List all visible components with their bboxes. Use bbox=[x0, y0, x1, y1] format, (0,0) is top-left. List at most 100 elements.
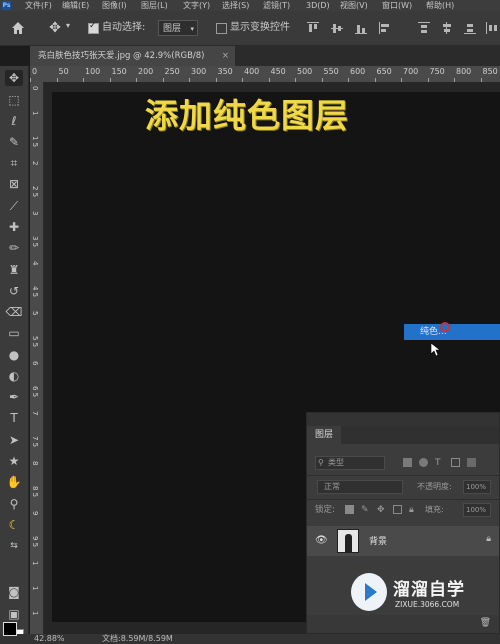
frame-tool-icon[interactable]: ⊠ bbox=[5, 176, 23, 192]
ruler-tick-label: 150 bbox=[111, 67, 127, 76]
distribute-center-icon[interactable] bbox=[441, 22, 453, 34]
opacity-label: 不透明度: bbox=[417, 482, 452, 491]
align-left-icon[interactable] bbox=[379, 22, 391, 34]
ruler-tick-label: 6 bbox=[31, 361, 39, 366]
move-tool-icon[interactable]: ✥ bbox=[47, 20, 63, 36]
blur-tool-icon[interactable]: ● bbox=[5, 347, 23, 363]
filter-type-icon[interactable]: T bbox=[435, 455, 441, 471]
lasso-tool-icon[interactable]: ℓ bbox=[5, 113, 23, 129]
screen-mode-icon[interactable]: ▣ bbox=[5, 606, 23, 622]
eyedropper-tool-icon[interactable]: ⟋ bbox=[5, 198, 23, 214]
align-top-icon[interactable] bbox=[307, 22, 319, 34]
blend-mode-value: 正常 bbox=[324, 482, 340, 491]
ruler-tick-label: 650 bbox=[376, 67, 392, 76]
eraser-tool-icon[interactable]: ⌫ bbox=[5, 304, 23, 320]
document-tab[interactable]: 亮白肤色技巧张天爱.jpg @ 42.9%(RGB/8) × bbox=[30, 46, 235, 66]
ruler-tick-label: 9 bbox=[31, 511, 39, 516]
gradient-tool-icon[interactable]: ▭ bbox=[5, 325, 23, 341]
ruler-tick-label: 1 bbox=[31, 611, 39, 616]
blend-mode-dropdown[interactable]: 正常 bbox=[317, 480, 403, 494]
hand-tool-icon[interactable]: ✋ bbox=[5, 474, 23, 490]
type-tool-icon[interactable]: T bbox=[5, 410, 23, 426]
healing-brush-tool-icon[interactable]: ✚ bbox=[5, 219, 23, 235]
distribute-horizontal-icon[interactable] bbox=[486, 22, 498, 34]
trash-icon[interactable]: 🗑︎ bbox=[480, 618, 491, 628]
menu-bar: Ps 文件(F) 编辑(E) 图像(I) 图层(L) 文字(Y) 选择(S) 滤… bbox=[0, 0, 500, 11]
path-select-tool-icon[interactable]: ➤ bbox=[5, 432, 23, 448]
lock-transparent-icon[interactable] bbox=[345, 505, 354, 514]
menu-image[interactable]: 图像(I) bbox=[102, 0, 127, 11]
ruler-tick-label: 1 5 bbox=[31, 136, 39, 148]
align-vertical-center-icon[interactable] bbox=[331, 22, 343, 34]
ruler-tick-label: 5 5 bbox=[31, 336, 39, 348]
menu-file[interactable]: 文件(F) bbox=[25, 0, 52, 11]
crop-tool-icon[interactable]: ⌗ bbox=[5, 155, 23, 171]
chevron-down-icon[interactable]: ▾ bbox=[66, 21, 70, 30]
quick-select-tool-icon[interactable]: ✎ bbox=[5, 134, 23, 150]
auto-select-dropdown[interactable]: 图层 ▾ bbox=[158, 20, 198, 36]
ruler-tick-label: 1 bbox=[31, 111, 39, 116]
home-icon[interactable] bbox=[10, 20, 26, 36]
ruler-tick-label: 3 bbox=[31, 211, 39, 216]
history-brush-tool-icon[interactable]: ↺ bbox=[5, 283, 23, 299]
move-tool-icon[interactable]: ✥ bbox=[5, 70, 23, 86]
photoshop-logo-icon: Ps bbox=[2, 1, 11, 10]
opacity-input[interactable]: 100% bbox=[463, 480, 491, 494]
menu-layer[interactable]: 图层(L) bbox=[141, 0, 168, 11]
layers-panel-titlebar[interactable] bbox=[307, 413, 499, 426]
quick-mask-icon[interactable]: ◙ bbox=[5, 584, 23, 600]
distribute-top-icon[interactable] bbox=[418, 22, 430, 34]
ruler-tick-label: 100 bbox=[85, 67, 101, 76]
ruler-tick-label: 300 bbox=[191, 67, 207, 76]
menu-filter[interactable]: 滤镜(T) bbox=[263, 0, 290, 11]
menu-select[interactable]: 选择(S) bbox=[222, 0, 249, 11]
document-tab-bar: 亮白肤色技巧张天爱.jpg @ 42.9%(RGB/8) × bbox=[30, 46, 500, 66]
lock-artboard-icon[interactable] bbox=[393, 505, 402, 514]
menu-window[interactable]: 窗口(W) bbox=[382, 0, 412, 11]
menu-type[interactable]: 文字(Y) bbox=[183, 0, 210, 11]
lock-position-icon[interactable]: ✥ bbox=[377, 502, 385, 518]
filter-pixel-icon[interactable] bbox=[403, 458, 412, 467]
transform-controls-checkbox[interactable] bbox=[216, 23, 227, 34]
foreground-color-swatch[interactable] bbox=[3, 622, 17, 636]
filter-adjustment-icon[interactable] bbox=[419, 458, 428, 467]
watermark-brand: 溜溜自学 bbox=[393, 580, 465, 600]
distribute-bottom-icon[interactable] bbox=[464, 22, 476, 34]
ruler-tick-label: 600 bbox=[350, 67, 366, 76]
lock-pixels-icon[interactable]: ✎ bbox=[361, 502, 369, 518]
filter-smart-object-icon[interactable] bbox=[467, 458, 476, 467]
align-bottom-icon[interactable] bbox=[355, 22, 367, 34]
ruler-tick-label: 450 bbox=[270, 67, 286, 76]
pen-tool-icon[interactable]: ✒ bbox=[5, 389, 23, 405]
menu-edit[interactable]: 编辑(E) bbox=[62, 0, 89, 11]
chevron-down-icon: ▾ bbox=[190, 25, 194, 33]
menu-3d[interactable]: 3D(D) bbox=[306, 0, 330, 11]
solid-color-menu-item[interactable]: 纯色... bbox=[404, 324, 500, 340]
lock-all-icon[interactable]: 🔒︎ bbox=[409, 502, 414, 518]
zoom-level[interactable]: 42.88% bbox=[34, 634, 65, 644]
swap-colors-icon[interactable]: ⇆ bbox=[5, 538, 23, 554]
auto-select-checkbox[interactable] bbox=[88, 21, 99, 34]
clone-stamp-tool-icon[interactable]: ♜ bbox=[5, 262, 23, 278]
ruler-tick-label: 550 bbox=[323, 67, 339, 76]
search-icon: ⚲ bbox=[318, 458, 324, 467]
zoom-tool-icon[interactable]: ⚲ bbox=[5, 496, 23, 512]
ruler-tick-label: 200 bbox=[138, 67, 154, 76]
brush-tool-icon[interactable]: ✏ bbox=[5, 240, 23, 256]
fill-input[interactable]: 100% bbox=[463, 503, 491, 517]
marquee-tool-icon[interactable]: ⬚ bbox=[5, 92, 23, 108]
tab-layers[interactable]: 图层 bbox=[307, 426, 341, 444]
shape-tool-icon[interactable]: ★ bbox=[5, 453, 23, 469]
ruler-tick-label: 3 5 bbox=[31, 236, 39, 248]
horizontal-ruler: 0 50 100 150 200 250 300 350 400 450 500 550 600 650 7… bbox=[30, 66, 500, 83]
filter-shape-icon[interactable] bbox=[451, 458, 460, 467]
menu-view[interactable]: 视图(V) bbox=[340, 0, 368, 11]
layer-filter-dropdown[interactable]: ⚲ 类型 bbox=[315, 456, 385, 470]
tools-panel: ✥ ⬚ ℓ ✎ ⌗ ⊠ ⟋ ✚ ✏ ♜ ↺ ⌫ ▭ ● ◐ ✒ T ➤ ★ ✋ … bbox=[0, 66, 29, 643]
layer-row-background[interactable]: 👁︎ 背景 🔒︎ bbox=[307, 526, 499, 556]
dodge-tool-icon[interactable]: ◐ bbox=[5, 368, 23, 384]
menu-help[interactable]: 帮助(H) bbox=[426, 0, 454, 11]
transform-controls-label: 显示变换控件 bbox=[230, 22, 290, 33]
visibility-eye-icon[interactable]: 👁︎ bbox=[315, 535, 328, 546]
close-icon[interactable]: × bbox=[222, 46, 229, 66]
